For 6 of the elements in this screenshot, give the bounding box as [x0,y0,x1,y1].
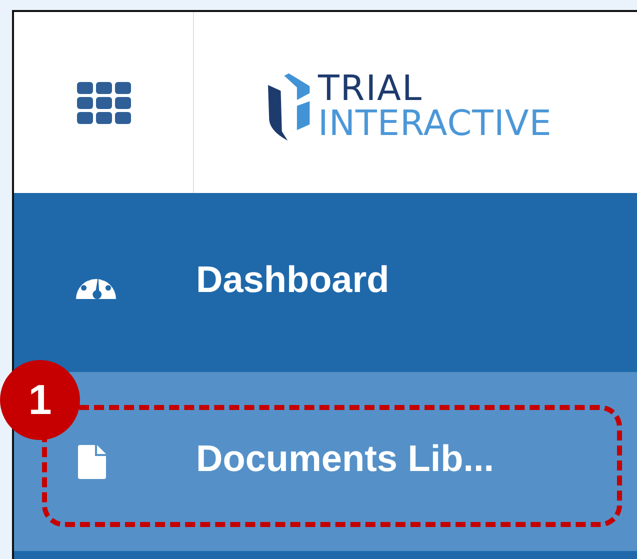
apps-grid-icon[interactable] [76,82,130,124]
nav-item[interactable]: Dashboard [14,193,637,372]
logo-title: TRIAL [318,72,424,106]
logo-subtitle: INTERACTIVE [318,106,552,142]
document-icon [78,445,106,479]
speedometer-icon [76,279,116,299]
